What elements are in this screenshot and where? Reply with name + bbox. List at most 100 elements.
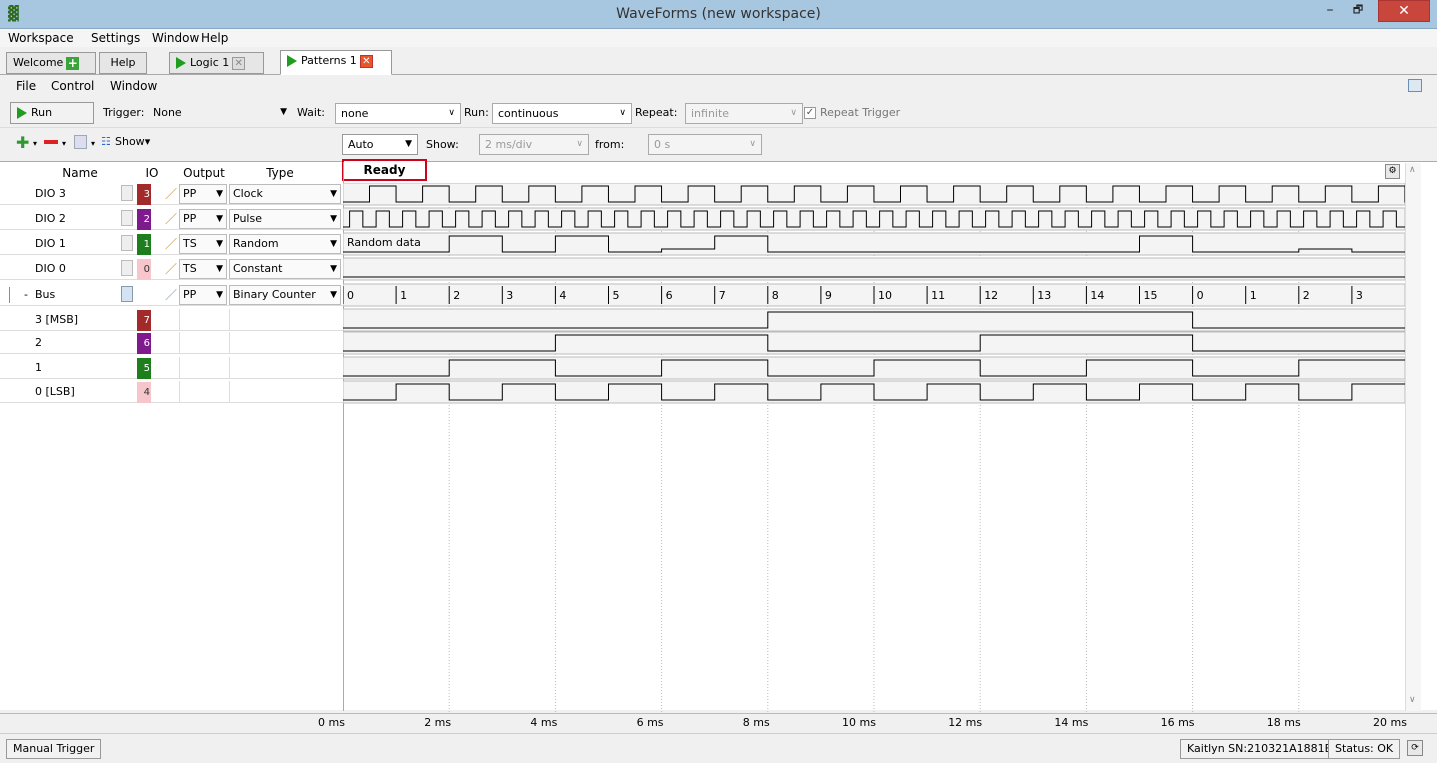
close-button[interactable]: ✕ (1378, 0, 1430, 22)
chevron-down-icon[interactable]: ▾ (33, 139, 37, 148)
bus-bit-row[interactable]: 2 6 (0, 332, 343, 354)
channel-row-bus[interactable]: - Bus ／ PP ▼ Binary Counter ▼ (0, 284, 343, 306)
channel-name: Bus (35, 288, 56, 301)
tab-help-label: Help (110, 56, 136, 69)
tab-logic[interactable]: Logic 1 ✕ (169, 52, 264, 74)
run-mode-value: continuous (498, 107, 559, 120)
wait-label: Wait: (297, 106, 325, 119)
channel-row-dio2[interactable]: DIO 2 2 ／ PP ▼ Pulse ▼ (0, 208, 343, 230)
output-select[interactable]: TS ▼ (179, 234, 227, 254)
time-base-select[interactable]: 2 ms/div ∨ (479, 134, 589, 155)
add-channel-icon[interactable]: ✚ (16, 133, 29, 152)
bus-value-label: 4 (559, 289, 566, 302)
menu-window-sub[interactable]: Window (106, 77, 161, 95)
tab-welcome[interactable]: Welcome + (6, 52, 96, 74)
wait-select[interactable]: none ∨ (335, 103, 461, 124)
tab-help[interactable]: Help (99, 52, 147, 74)
edit-icon[interactable] (121, 185, 133, 201)
output-select[interactable]: TS ▼ (179, 259, 227, 279)
scroll-up-icon[interactable]: ∧ (1409, 165, 1416, 175)
toolbar-channels: ✚ ▾ ▾ ▾ ☷ Show▾ Auto ▼ Show: 2 ms/div ∨ fr… (0, 131, 1437, 158)
menu-bar: Workspace Settings Window Help (0, 29, 1437, 47)
vertical-scrollbar[interactable]: ∧ ∨ (1405, 163, 1421, 711)
time-tick-label: 16 ms (1160, 716, 1195, 729)
pencil-icon[interactable]: ／ (165, 186, 179, 202)
pencil-icon[interactable]: ／ (165, 261, 179, 277)
status-indicator: Status: OK (1328, 739, 1401, 759)
run-button[interactable]: Run (10, 102, 94, 124)
tab-patterns[interactable]: Patterns 1 ✕ (280, 50, 392, 75)
chevron-down-icon[interactable]: ▾ (91, 139, 95, 148)
bus-value-label: 3 (506, 289, 513, 302)
bit-name: 2 (35, 336, 42, 349)
pencil-icon[interactable]: ／ (165, 236, 179, 252)
bus-value-label: 2 (453, 289, 460, 302)
bus-bit-row[interactable]: 3 [MSB] 7 (0, 309, 343, 331)
edit-icon[interactable] (121, 235, 133, 251)
waveform-view[interactable]: 0 1 2 3 4 5 6 7 8 9 10 11 12 13 14 15 0 1 2 3 (343, 183, 1405, 713)
channel-row-dio1[interactable]: DIO 1 1 ／ TS ▼ Random ▼ (0, 233, 343, 255)
run-label: Run (31, 106, 53, 119)
type-select[interactable]: Random ▼ (229, 234, 341, 254)
bus-bit-row[interactable]: 0 [LSB] 4 (0, 381, 343, 403)
menu-file[interactable]: File (12, 77, 40, 95)
output-select[interactable]: PP ▼ (179, 209, 227, 229)
repeat-trigger-checkbox[interactable]: ✓ (804, 107, 816, 119)
list-icon: ☷ (101, 135, 111, 148)
time-tick-label: 20 ms (1373, 716, 1407, 729)
from-select[interactable]: 0 s ∨ (648, 134, 762, 155)
type-select[interactable]: Constant ▼ (229, 259, 341, 279)
pencil-icon[interactable]: ／ (165, 211, 179, 227)
menu-settings[interactable]: Settings (87, 29, 144, 47)
title-bar: ▓ WaveForms (new workspace) – 🗗 ✕ (0, 0, 1437, 29)
output-value: PP (183, 187, 197, 200)
from-label: from: (595, 138, 625, 151)
bus-bit-row[interactable]: 1 5 (0, 357, 343, 379)
scroll-down-icon[interactable]: ∨ (1409, 695, 1416, 705)
add-icon[interactable]: + (66, 56, 80, 70)
menu-control[interactable]: Control (47, 77, 98, 95)
remove-channel-icon[interactable] (44, 140, 58, 144)
menu-window[interactable]: Window (148, 29, 203, 47)
trigger-select[interactable]: None ▼ (148, 103, 292, 124)
column-header-type: Type (266, 166, 294, 180)
edit-channel-icon[interactable] (74, 135, 87, 149)
close-tab-icon[interactable]: ✕ (232, 56, 246, 70)
run-mode-label: Run: (464, 106, 489, 119)
close-tab-icon[interactable]: ✕ (359, 54, 373, 68)
run-mode-select[interactable]: continuous ∨ (492, 103, 632, 124)
channel-color-swatch: 3 (137, 184, 151, 205)
random-data-label: Random data (347, 236, 421, 249)
repeat-value: infinite (691, 107, 730, 120)
maximize-button[interactable]: 🗗 (1346, 0, 1370, 22)
device-indicator[interactable]: Kaitlyn SN:210321A1881E (1180, 739, 1339, 759)
menu-help[interactable]: Help (197, 29, 232, 47)
manual-trigger-button[interactable]: Manual Trigger (6, 739, 102, 759)
output-select[interactable]: PP ▼ (179, 285, 227, 305)
play-icon (176, 57, 186, 69)
dock-icon[interactable] (1408, 79, 1422, 92)
output-select[interactable]: PP ▼ (179, 184, 227, 204)
type-select[interactable]: Clock ▼ (229, 184, 341, 204)
edit-icon[interactable] (121, 210, 133, 226)
bus-value-label: 2 (1303, 289, 1310, 302)
minimize-button[interactable]: – (1318, 0, 1342, 22)
channel-row-dio3[interactable]: DIO 3 3 ／ PP ▼ Clock ▼ (0, 183, 343, 205)
type-select[interactable]: Binary Counter ▼ (229, 285, 341, 305)
menu-workspace[interactable]: Workspace (4, 29, 78, 47)
expander-handle[interactable] (9, 287, 18, 303)
display-mode-select[interactable]: Auto ▼ (342, 134, 418, 155)
chevron-down-icon[interactable]: ▾ (62, 139, 66, 148)
bus-value-label: 9 (825, 289, 832, 302)
type-select[interactable]: Pulse ▼ (229, 209, 341, 229)
show-label: Show (115, 135, 145, 148)
edit-icon[interactable] (121, 286, 133, 302)
edit-icon[interactable] (121, 260, 133, 276)
refresh-icon[interactable]: ⟳ (1407, 740, 1423, 756)
channel-row-dio0[interactable]: DIO 0 0 ／ TS ▼ Constant ▼ (0, 258, 343, 280)
settings-gear-icon[interactable]: ⚙ (1385, 164, 1400, 179)
show-menu[interactable]: Show▾ (115, 131, 150, 153)
bus-collapse-toggle[interactable]: - (24, 284, 28, 306)
pencil-icon[interactable]: ／ (165, 287, 179, 303)
repeat-select[interactable]: infinite ∨ (685, 103, 803, 124)
